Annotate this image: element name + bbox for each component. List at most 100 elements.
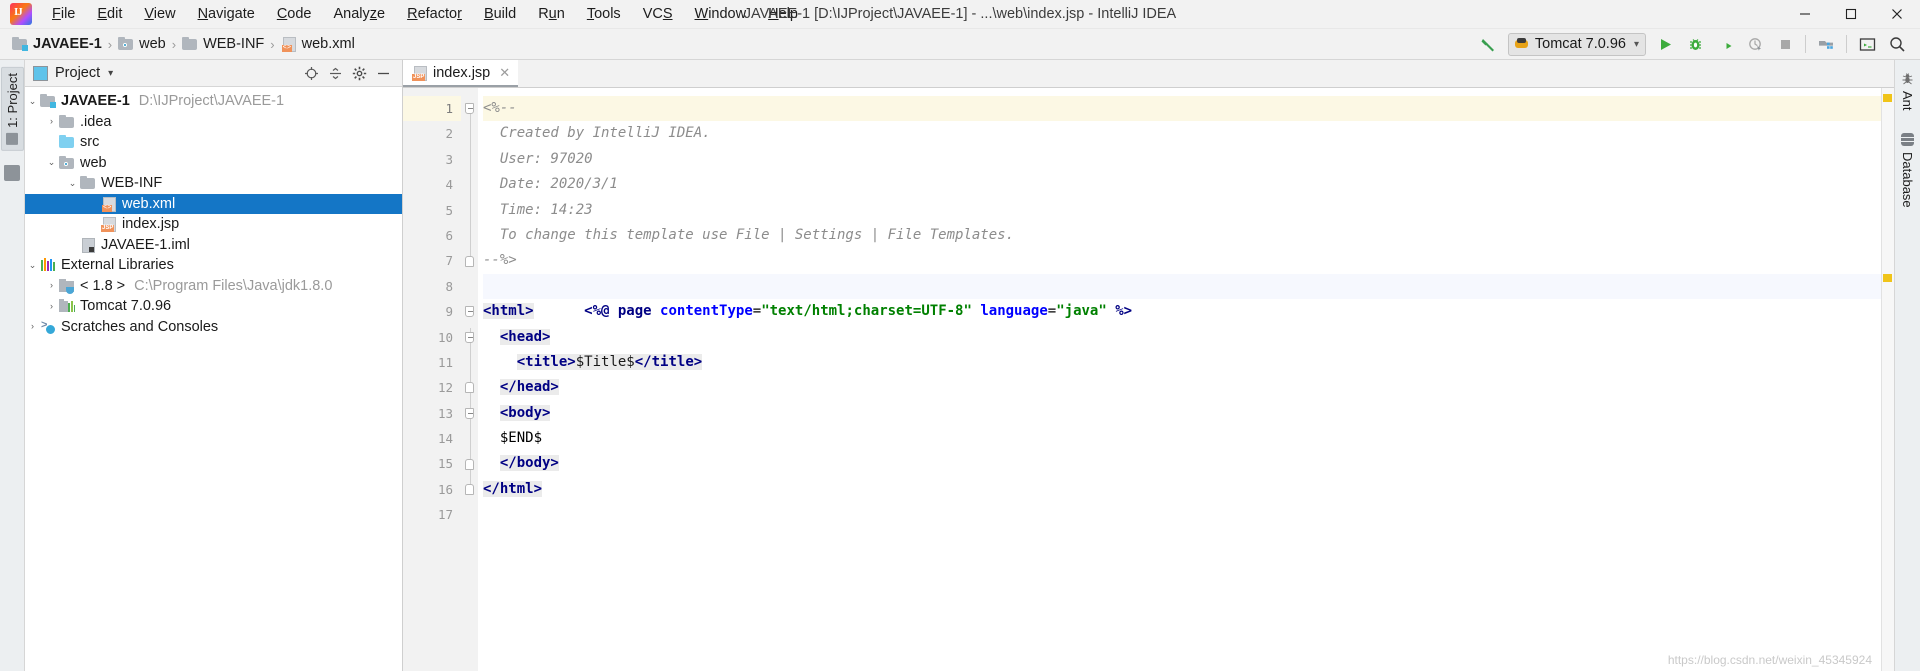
menu-help[interactable]: Help <box>757 2 809 26</box>
menu-view[interactable]: View <box>133 2 186 26</box>
fold-region-body-end[interactable] <box>461 451 478 476</box>
close-button[interactable] <box>1874 0 1920 29</box>
code-token: <head> <box>499 328 551 345</box>
tree-node-web-xml[interactable]: web.xml <box>25 193 402 214</box>
tree-node-index-jsp[interactable]: index.jsp <box>25 214 402 235</box>
fold-region-body-start[interactable] <box>461 401 478 426</box>
menu-analyze[interactable]: Analyze <box>323 2 397 26</box>
code-line-13: <body> <box>483 401 1881 426</box>
editor-marker-gutter[interactable] <box>1881 88 1894 671</box>
fold-region-head-end[interactable] <box>461 375 478 400</box>
source-folder-icon <box>59 134 75 150</box>
tree-node-javaee-1[interactable]: ⌄ JAVAEE-1 D:\IJProject\JAVAEE-1 <box>25 91 402 112</box>
minimize-button[interactable] <box>1782 0 1828 29</box>
code-editor[interactable]: <%-- Created by IntelliJ IDEA. User: 970… <box>478 88 1881 671</box>
fold-region-html-start[interactable] <box>461 299 478 324</box>
right-tool-window-bar: Ant Database <box>1894 60 1920 671</box>
navigation-bar: JAVAEE-1 › web › WEB-INF › web.xml <box>0 29 1920 60</box>
menu-vcs[interactable]: VCS <box>632 2 684 26</box>
intellij-idea-window: IJ File Edit View Navigate Code Analyze … <box>0 0 1920 671</box>
code-line-16: </html> <box>483 477 1881 502</box>
build-hammer-icon[interactable] <box>1475 31 1503 57</box>
fold-region-html-end[interactable] <box>461 477 478 502</box>
debug-icon[interactable] <box>1681 31 1709 57</box>
tool-window-button-project[interactable]: 1: Project <box>0 67 24 151</box>
code-token: Date: 2020/3/1 <box>483 176 618 193</box>
menu-refactor[interactable]: Refactor <box>396 2 473 26</box>
jsp-file-icon <box>412 65 428 81</box>
warning-marker[interactable] <box>1883 274 1892 282</box>
scratches-icon <box>40 319 56 335</box>
tree-node-scratches-and-consoles[interactable]: › Scratches and Consoles <box>25 317 402 338</box>
menu-code[interactable]: Code <box>266 2 323 26</box>
chevron-right-icon[interactable]: › <box>44 117 59 126</box>
menu-navigate[interactable]: Navigate <box>187 2 266 26</box>
menu-file[interactable]: File <box>41 2 86 26</box>
profile-icon[interactable] <box>1741 31 1769 57</box>
breadcrumb-label: web.xml <box>301 36 355 52</box>
chevron-down-icon[interactable]: ⌄ <box>25 260 40 270</box>
chevron-down-icon[interactable]: ⌄ <box>44 158 59 167</box>
tree-node-javaee-1-iml[interactable]: JAVAEE-1.iml <box>25 235 402 256</box>
breadcrumb-item-web-xml[interactable]: web.xml <box>278 34 358 54</box>
run-icon[interactable] <box>1651 31 1679 57</box>
breadcrumb-label: WEB-INF <box>203 36 265 52</box>
code-token: </title> <box>634 353 703 370</box>
close-icon[interactable]: ✕ <box>499 65 510 81</box>
menu-run[interactable]: Run <box>527 2 576 26</box>
chevron-down-icon[interactable]: ⌄ <box>25 96 40 106</box>
code-line-12: </head> <box>483 375 1881 400</box>
breadcrumb-label: web <box>139 36 166 52</box>
code-token: <%-- <box>483 100 517 116</box>
editor-tab-index-jsp[interactable]: index.jsp ✕ <box>403 60 519 87</box>
run-coverage-icon[interactable] <box>1711 31 1739 57</box>
tool-window-button-database[interactable]: Database <box>1897 128 1918 213</box>
chevron-right-icon[interactable]: › <box>25 322 40 331</box>
chevron-down-icon[interactable]: ▾ <box>108 68 113 79</box>
breadcrumb-item-web[interactable]: web <box>115 34 169 54</box>
collapse-all-icon[interactable] <box>323 62 347 84</box>
fold-region-head-start[interactable] <box>461 325 478 350</box>
maximize-button[interactable] <box>1828 0 1874 29</box>
module-folder-icon <box>12 36 28 52</box>
tree-node-external-libraries[interactable]: ⌄ External Libraries <box>25 255 402 276</box>
code-line-2: Created by IntelliJ IDEA. <box>483 121 1881 146</box>
menu-window[interactable]: Window <box>684 2 758 26</box>
hide-panel-icon[interactable] <box>371 62 395 84</box>
tree-node-web[interactable]: ⌄ web <box>25 153 402 174</box>
code-token: </body> <box>499 455 559 472</box>
chevron-down-icon[interactable]: ⌄ <box>65 178 80 188</box>
tree-node-label: web <box>80 154 107 171</box>
project-structure-icon[interactable] <box>1812 31 1840 57</box>
locate-icon[interactable] <box>299 62 323 84</box>
favorites-folder-icon[interactable] <box>4 164 20 181</box>
chevron-right-icon[interactable]: › <box>44 281 59 290</box>
search-everywhere-icon[interactable] <box>1883 31 1911 57</box>
menu-build[interactable]: Build <box>473 2 527 26</box>
terminal-icon[interactable] <box>1853 31 1881 57</box>
settings-gear-icon[interactable] <box>347 62 371 84</box>
library-icon <box>59 298 75 314</box>
tree-node-src[interactable]: src <box>25 132 402 153</box>
chevron-right-icon[interactable]: › <box>44 301 59 311</box>
code-token: </head> <box>499 379 559 396</box>
menu-tools[interactable]: Tools <box>576 2 632 26</box>
run-configuration-selector[interactable]: Tomcat 7.0.96 ▾ <box>1507 32 1646 56</box>
tree-node-idea[interactable]: › .idea <box>25 112 402 133</box>
tree-node-web-inf[interactable]: ⌄ WEB-INF <box>25 173 402 194</box>
code-line-15: </body> <box>483 451 1881 476</box>
breadcrumb-item-web-inf[interactable]: WEB-INF <box>179 34 267 54</box>
tool-window-button-ant[interactable]: Ant <box>1897 67 1918 116</box>
code-token: $Title$ <box>575 353 635 370</box>
fold-region-comment-start[interactable] <box>461 96 478 121</box>
fold-region-comment-end[interactable] <box>461 248 478 273</box>
tree-node-tomcat-library[interactable]: › Tomcat 7.0.96 <box>25 296 402 317</box>
menu-edit[interactable]: Edit <box>86 2 133 26</box>
todo-marker[interactable] <box>1883 94 1892 102</box>
code-token: "java" <box>1056 303 1107 320</box>
tree-node-jdk[interactable]: › < 1.8 > C:\Program Files\Java\jdk1.8.0 <box>25 276 402 297</box>
code-line-1: <%-- <box>483 96 1881 122</box>
project-view-icon <box>33 65 48 81</box>
stop-icon[interactable] <box>1771 31 1799 57</box>
breadcrumb-item-javaee-1[interactable]: JAVAEE-1 <box>9 34 105 54</box>
